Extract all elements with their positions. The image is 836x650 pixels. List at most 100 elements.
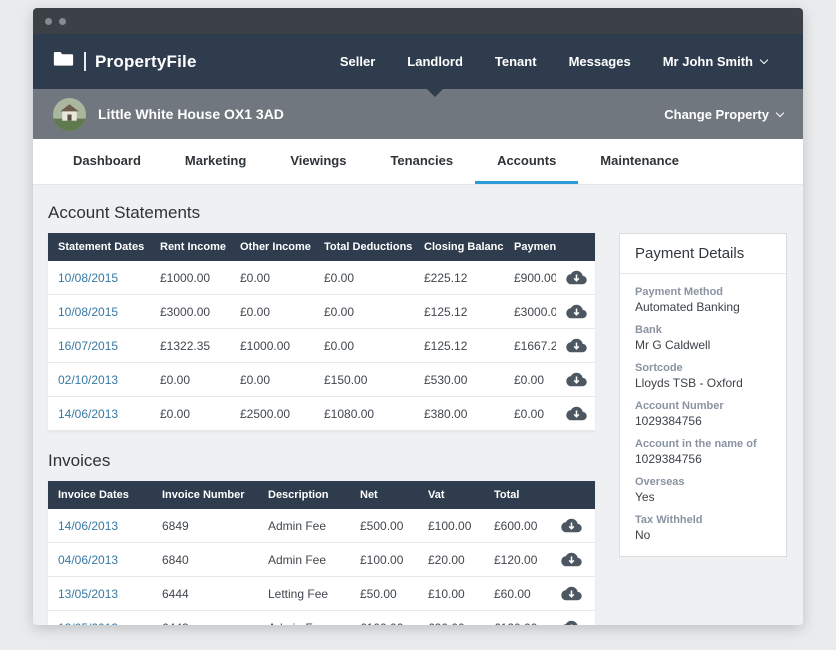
statement-download-cell — [556, 397, 595, 431]
nav-item-label: Seller — [340, 54, 375, 69]
invoice-download-cell — [548, 509, 595, 543]
statements-table: Statement Dates Rent Income Other Income… — [48, 233, 595, 431]
nav-item[interactable]: Seller — [324, 34, 391, 89]
invoice-date-link[interactable]: 04/06/2013 — [58, 553, 118, 567]
payment-detail-field: Account in the name of 1029384756 — [635, 438, 771, 466]
invoice-date-link[interactable]: 13/05/2013 — [58, 621, 118, 626]
invoice-download-cell — [548, 577, 595, 611]
tab[interactable]: Maintenance — [578, 139, 701, 184]
invoice-date-link[interactable]: 14/06/2013 — [58, 519, 118, 533]
statement-date-link[interactable]: 14/06/2013 — [58, 407, 118, 421]
download-cloud-icon[interactable] — [561, 585, 582, 602]
tab-label: Accounts — [497, 153, 556, 168]
property-bar: Little White House OX1 3AD Change Proper… — [33, 89, 803, 139]
window-control-dot[interactable] — [59, 18, 66, 25]
statements-body: 10/08/2015 £1000.00 £0.00 £0.00 £225.12 … — [48, 261, 595, 431]
payment-detail-label: Overseas — [635, 476, 771, 488]
download-cloud-icon[interactable] — [566, 337, 587, 354]
invoice-row: 04/06/2013 6840 Admin Fee £100.00 £20.00… — [48, 543, 595, 577]
column-header: Closing Balance — [414, 233, 504, 261]
brand-logo[interactable]: PropertyFile — [53, 51, 197, 72]
column-header: Total Deductions — [314, 233, 414, 261]
rent-income-cell: £0.00 — [150, 363, 230, 397]
column-header: Rent Income — [150, 233, 230, 261]
download-cloud-icon[interactable] — [561, 551, 582, 568]
payment-detail-field: Account Number 1029384756 — [635, 400, 771, 428]
tab-label: Dashboard — [73, 153, 141, 168]
download-cloud-icon[interactable] — [566, 303, 587, 320]
rent-income-cell: £1322.35 — [150, 329, 230, 363]
column-header-empty — [548, 481, 595, 509]
payment-detail-label: Tax Withheld — [635, 514, 771, 526]
vat-cell: £100.00 — [418, 509, 484, 543]
net-cell: £100.00 — [350, 543, 418, 577]
invoice-date-link[interactable]: 13/05/2013 — [58, 587, 118, 601]
statement-row: 10/08/2015 £1000.00 £0.00 £0.00 £225.12 … — [48, 261, 595, 295]
invoice-row: 13/05/2013 6444 Letting Fee £50.00 £10.0… — [48, 577, 595, 611]
statements-header-row: Statement Dates Rent Income Other Income… — [48, 233, 595, 261]
column-header: Description — [258, 481, 350, 509]
invoice-download-cell — [548, 543, 595, 577]
statement-date-cell: 02/10/2013 — [48, 363, 150, 397]
statement-row: 16/07/2015 £1322.35 £1000.00 £0.00 £125.… — [48, 329, 595, 363]
download-cloud-icon[interactable] — [566, 269, 587, 286]
vat-cell: £20.00 — [418, 543, 484, 577]
property-avatar — [53, 98, 86, 131]
total-cell: £600.00 — [484, 509, 548, 543]
payment-cell: £0.00 — [504, 397, 556, 431]
download-cloud-icon[interactable] — [566, 371, 587, 388]
other-income-cell: £1000.00 — [230, 329, 314, 363]
nav-item[interactable]: Mr John Smith — [647, 34, 783, 89]
chevron-down-icon — [760, 56, 768, 64]
closing-balance-cell: £125.12 — [414, 295, 504, 329]
change-property-button[interactable]: Change Property — [664, 107, 783, 122]
net-cell: £50.00 — [350, 577, 418, 611]
tab[interactable]: Marketing — [163, 139, 268, 184]
nav-item[interactable]: Messages — [553, 34, 647, 89]
payment-detail-field: Payment Method Automated Banking — [635, 286, 771, 314]
download-cloud-icon[interactable] — [561, 619, 582, 625]
column-header: Vat — [418, 481, 484, 509]
tab[interactable]: Tenancies — [368, 139, 475, 184]
payment-detail-label: Account in the name of — [635, 438, 771, 450]
statements-heading: Account Statements — [48, 203, 595, 223]
column-header: Other Income — [230, 233, 314, 261]
statement-date-link[interactable]: 10/08/2015 — [58, 305, 118, 319]
tab[interactable]: Viewings — [268, 139, 368, 184]
download-cloud-icon[interactable] — [566, 405, 587, 422]
statement-date-link[interactable]: 16/07/2015 — [58, 339, 118, 353]
statement-download-cell — [556, 295, 595, 329]
payment-detail-field: Bank Mr G Caldwell — [635, 324, 771, 352]
window-titlebar — [33, 8, 803, 34]
total-deductions-cell: £150.00 — [314, 363, 414, 397]
total-cell: £120.00 — [484, 543, 548, 577]
other-income-cell: £0.00 — [230, 363, 314, 397]
window-control-dot[interactable] — [45, 18, 52, 25]
nav-item[interactable]: Landlord — [391, 34, 479, 89]
tab[interactable]: Accounts — [475, 139, 578, 184]
statement-date-cell: 16/07/2015 — [48, 329, 150, 363]
total-deductions-cell: £0.00 — [314, 329, 414, 363]
statement-date-cell: 10/08/2015 — [48, 295, 150, 329]
payment-cell: £3000.00 — [504, 295, 556, 329]
top-nav: Seller Landlord Tenant Messages — [324, 34, 783, 89]
other-income-cell: £0.00 — [230, 261, 314, 295]
nav-item-label: Mr John Smith — [663, 54, 753, 69]
statement-date-cell: 10/08/2015 — [48, 261, 150, 295]
total-deductions-cell: £1080.00 — [314, 397, 414, 431]
nav-item[interactable]: Tenant — [479, 34, 553, 89]
payment-details-title: Payment Details — [620, 234, 786, 274]
statement-date-link[interactable]: 02/10/2013 — [58, 373, 118, 387]
column-header: Net — [350, 481, 418, 509]
download-cloud-icon[interactable] — [561, 517, 582, 534]
statement-date-link[interactable]: 10/08/2015 — [58, 271, 118, 285]
tab[interactable]: Dashboard — [51, 139, 163, 184]
payment-cell: £900.00 — [504, 261, 556, 295]
tab-label: Viewings — [290, 153, 346, 168]
brand-divider — [84, 52, 86, 71]
statement-row: 02/10/2013 £0.00 £0.00 £150.00 £530.00 £… — [48, 363, 595, 397]
invoice-date-cell: 13/05/2013 — [48, 577, 152, 611]
desktop-background: PropertyFile Seller Landlord Tenant — [0, 0, 836, 650]
invoice-number-cell: 6849 — [152, 509, 258, 543]
chevron-down-icon — [776, 108, 784, 116]
